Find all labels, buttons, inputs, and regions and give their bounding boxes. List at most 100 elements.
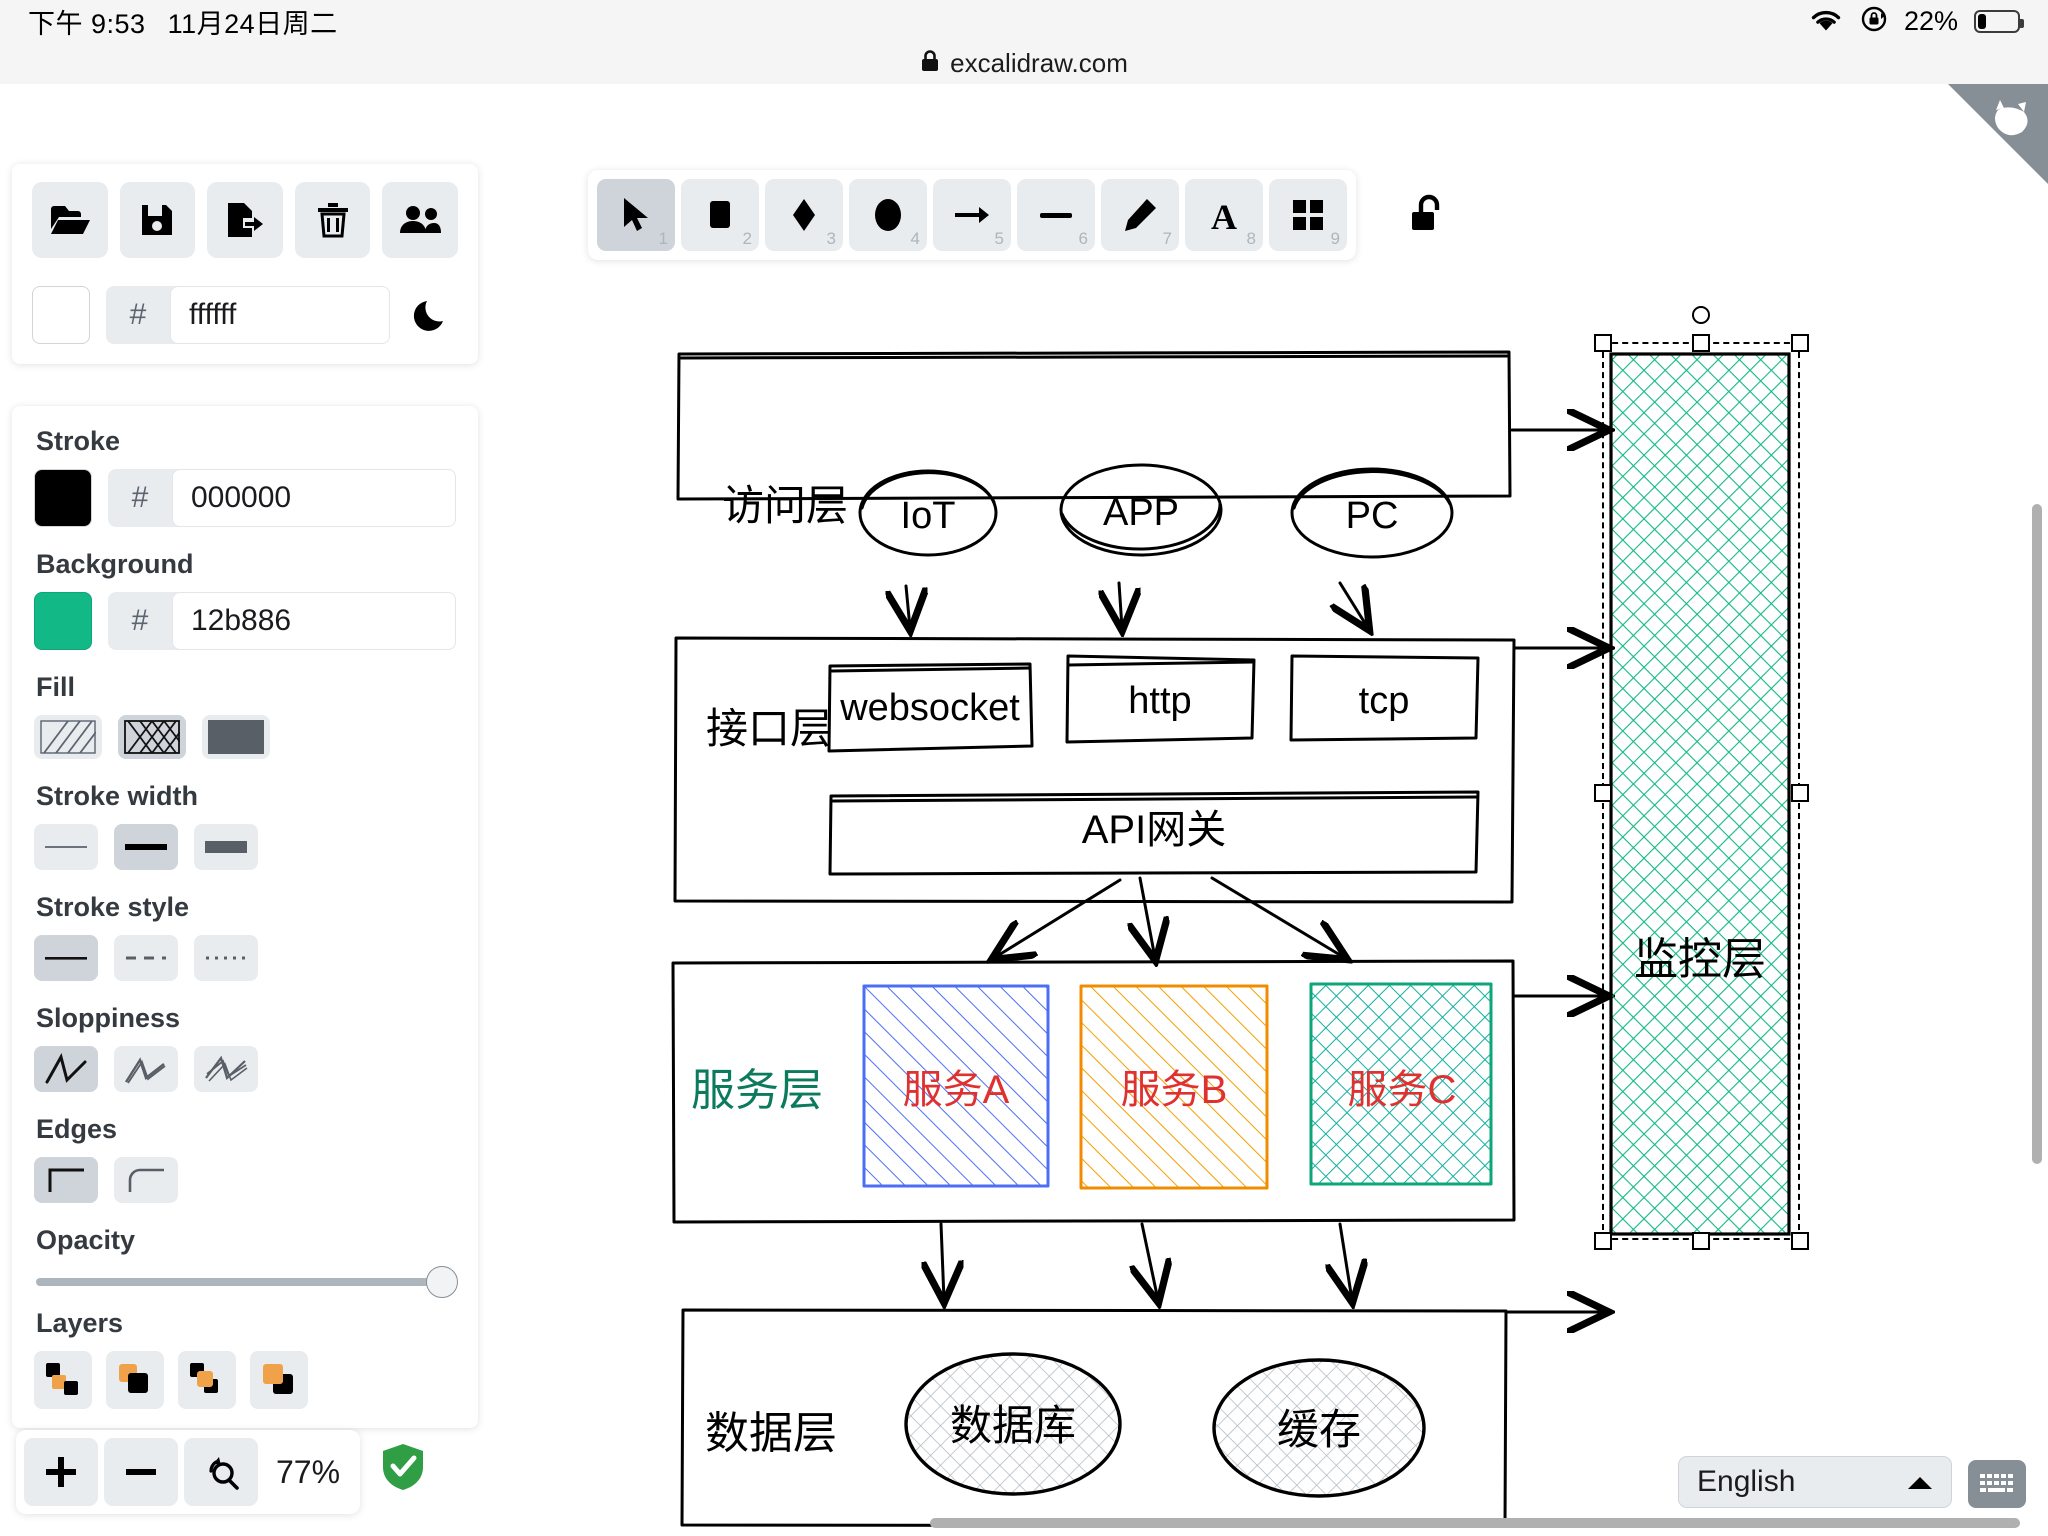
canvas-background-hex[interactable]: # ffffff — [106, 286, 390, 344]
arrow-tool[interactable]: 5 — [933, 179, 1011, 251]
unlocked-padlock-icon[interactable] — [1398, 184, 1458, 244]
edges-round[interactable] — [114, 1157, 178, 1203]
resize-handle-w[interactable] — [1594, 784, 1612, 802]
fill-option-solid[interactable] — [202, 715, 270, 759]
sloppiness-cartoonist[interactable] — [194, 1046, 258, 1092]
stroke-width-thin[interactable] — [34, 824, 98, 870]
svg-text:缓存: 缓存 — [1277, 1406, 1361, 1453]
svg-text:服务A: 服务A — [903, 1068, 1010, 1112]
fill-option-cross-hatch[interactable] — [118, 715, 186, 759]
language-select[interactable]: English — [1678, 1456, 1952, 1508]
zoom-level[interactable]: 77% — [264, 1454, 352, 1491]
stroke-swatch[interactable] — [34, 469, 92, 527]
svg-text:tcp: tcp — [1359, 680, 1410, 722]
resize-handle-n[interactable] — [1692, 334, 1710, 352]
stroke-style-solid[interactable] — [34, 935, 98, 981]
svg-text:数据层: 数据层 — [705, 1409, 837, 1458]
fill-section: Fill — [34, 672, 456, 759]
stroke-style-dotted[interactable] — [194, 935, 258, 981]
ios-status-bar: 下午 9:53 11月24日周二 22% — [0, 0, 2048, 42]
opacity-slider[interactable] — [36, 1266, 458, 1298]
zoom-out-button[interactable] — [104, 1438, 178, 1506]
rectangle-tool[interactable]: 2 — [681, 179, 759, 251]
shield-check-icon[interactable] — [382, 1443, 424, 1496]
ellipse-tool[interactable]: 4 — [849, 179, 927, 251]
text-tool[interactable]: A 8 — [1185, 179, 1263, 251]
stroke-width-bold[interactable] — [114, 824, 178, 870]
excalidraw-canvas[interactable]: 访问层 IoT APP PC 接口层 websocket http tcp AP… — [0, 84, 2048, 1536]
draw-tool[interactable]: 7 — [1101, 179, 1179, 251]
resize-handle-s[interactable] — [1692, 1232, 1710, 1250]
selection-tool[interactable]: 1 — [597, 179, 675, 251]
library-tool-key: 9 — [1330, 229, 1340, 248]
send-backward-icon[interactable] — [106, 1351, 164, 1409]
shape-toolbar[interactable]: 1 2 3 4 5 6 7 A 8 9 — [588, 170, 1356, 260]
stroke-style-title: Stroke style — [36, 892, 190, 922]
reset-zoom-icon[interactable] — [184, 1438, 258, 1506]
save-icon[interactable] — [119, 182, 196, 258]
zoom-in-button[interactable] — [24, 1438, 98, 1506]
vertical-scrollbar[interactable] — [2032, 504, 2042, 1164]
background-hex[interactable]: # 12b886 — [108, 592, 456, 650]
edges-sharp[interactable] — [34, 1157, 98, 1203]
shape-properties-panel[interactable]: Stroke # 000000 Background # 12b886 Fill… — [12, 406, 478, 1428]
diamond-tool[interactable]: 3 — [765, 179, 843, 251]
layers-title: Layers — [36, 1308, 124, 1338]
rotate-handle[interactable] — [1692, 306, 1710, 324]
keyboard-icon[interactable] — [1968, 1460, 2026, 1508]
svg-text:IoT: IoT — [901, 495, 956, 537]
horizontal-scrollbar[interactable] — [930, 1518, 2020, 1528]
resize-handle-sw[interactable] — [1594, 1232, 1612, 1250]
battery-icon — [1974, 9, 2024, 33]
canvas-background-swatch[interactable] — [32, 286, 90, 344]
background-color-input[interactable]: 12b886 — [172, 592, 456, 650]
fill-title: Fill — [36, 672, 75, 702]
library-tool[interactable]: 9 — [1269, 179, 1347, 251]
send-to-back-icon[interactable] — [34, 1351, 92, 1409]
canvas-background-input[interactable]: ffffff — [170, 286, 390, 344]
app-root: 下午 9:53 11月24日周二 22% excalidraw.com 访问层 … — [0, 0, 2048, 1536]
bring-to-front-icon[interactable] — [250, 1351, 308, 1409]
status-bar-right: 22% — [1808, 5, 2024, 38]
sloppiness-architect[interactable] — [34, 1046, 98, 1092]
edges-title: Edges — [36, 1114, 118, 1144]
fill-option-hachure[interactable] — [34, 715, 102, 759]
canvas-actions-panel[interactable]: # ffffff — [12, 164, 478, 364]
draw-tool-key: 7 — [1162, 229, 1172, 248]
line-tool[interactable]: 6 — [1017, 179, 1095, 251]
sloppiness-artist[interactable] — [114, 1046, 178, 1092]
edges-section: Edges — [34, 1114, 456, 1203]
bring-forward-icon[interactable] — [178, 1351, 236, 1409]
background-title: Background — [36, 549, 194, 579]
stroke-width-extra-bold[interactable] — [194, 824, 258, 870]
moon-icon[interactable] — [406, 296, 458, 334]
browser-url-bar[interactable]: excalidraw.com — [0, 42, 2048, 84]
status-time: 下午 9:53 — [28, 8, 146, 39]
corner-ribbon[interactable] — [1948, 84, 2048, 184]
open-folder-icon[interactable] — [32, 182, 108, 258]
diamond-tool-key: 3 — [826, 229, 836, 248]
stroke-style-dashed[interactable] — [114, 935, 178, 981]
status-date: 11月24日周二 — [167, 8, 338, 39]
status-bar-left: 下午 9:53 11月24日周二 — [28, 2, 338, 41]
resize-handle-se[interactable] — [1791, 1232, 1809, 1250]
resize-handle-ne[interactable] — [1791, 334, 1809, 352]
sloppiness-title: Sloppiness — [36, 1003, 181, 1033]
resize-handle-nw[interactable] — [1594, 334, 1612, 352]
resize-handle-e[interactable] — [1791, 784, 1809, 802]
selection-tool-key: 1 — [658, 229, 668, 248]
zoom-controls[interactable]: 77% — [16, 1430, 360, 1514]
language-label: English — [1697, 1465, 1796, 1498]
opacity-slider-knob[interactable] — [426, 1266, 458, 1298]
export-icon[interactable] — [207, 182, 283, 258]
trash-icon[interactable] — [294, 182, 371, 258]
svg-text:http: http — [1128, 680, 1191, 722]
svg-text:服务层: 服务层 — [691, 1066, 823, 1115]
stroke-width-title: Stroke width — [36, 781, 199, 811]
stroke-color-input[interactable]: 000000 — [172, 469, 456, 527]
collaborators-icon[interactable] — [382, 182, 458, 258]
stroke-hex[interactable]: # 000000 — [108, 469, 456, 527]
background-swatch[interactable] — [34, 592, 92, 650]
selection-bounding-box[interactable] — [1602, 342, 1800, 1240]
cat-icon — [1986, 98, 2034, 147]
